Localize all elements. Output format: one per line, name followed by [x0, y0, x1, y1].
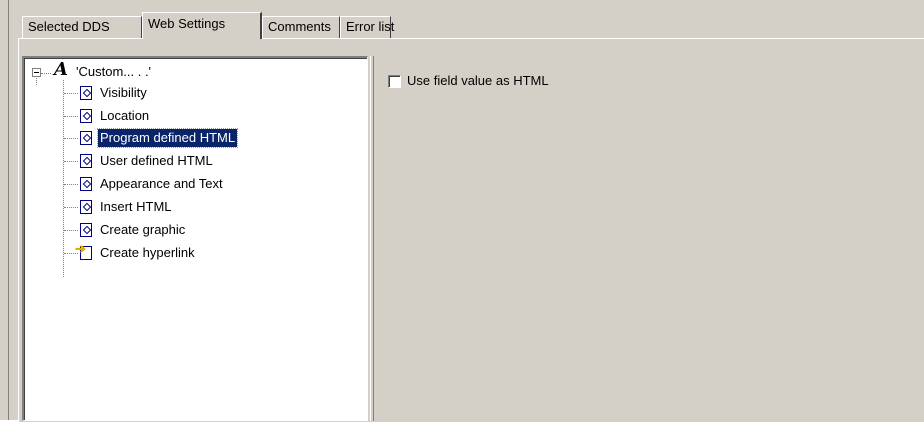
- web-settings-window: Selected DDS Web Settings Comments Error…: [0, 0, 924, 422]
- property-page-icon: [80, 109, 92, 123]
- tree-item-label: Create graphic: [100, 222, 186, 237]
- tree-line: [64, 161, 78, 163]
- tree-line: [64, 207, 78, 209]
- use-field-value-as-html-checkbox[interactable]: [388, 75, 401, 88]
- tab-comments[interactable]: Comments: [262, 16, 340, 38]
- collapse-toggle[interactable]: [32, 68, 41, 77]
- frame-edge: [8, 0, 9, 422]
- tab-selected-dds[interactable]: Selected DDS: [22, 16, 142, 38]
- tab-web-settings[interactable]: Web Settings: [142, 12, 262, 39]
- tree-item-label: Program defined HTML: [96, 128, 239, 148]
- tab-page: A 'Custom... . .' Visibility Location Pr…: [18, 38, 924, 422]
- arrow-icon: ➔: [75, 241, 86, 256]
- tree-root-label: 'Custom... . .': [76, 64, 152, 79]
- tree-line: [64, 230, 78, 232]
- tree-line: [64, 184, 78, 186]
- property-page-icon: [80, 223, 92, 237]
- font-icon: A: [54, 59, 68, 80]
- tree-item-label: Location: [100, 108, 150, 123]
- tree-item-label: User defined HTML: [100, 153, 213, 168]
- tree-item-label: Visibility: [100, 85, 147, 100]
- settings-tree[interactable]: A 'Custom... . .' Visibility Location Pr…: [22, 56, 368, 421]
- tree-line: [64, 138, 78, 140]
- tree-line: [36, 78, 38, 85]
- property-page-icon: [80, 177, 92, 191]
- property-page-icon: [80, 200, 92, 214]
- tab-error-list[interactable]: Error list: [340, 16, 394, 38]
- pane-splitter[interactable]: [370, 56, 374, 421]
- hyperlink-page-icon: ➔: [75, 242, 92, 260]
- tree-item-label: Appearance and Text: [100, 176, 223, 191]
- property-page-icon: [80, 86, 92, 100]
- tree-line: [64, 93, 78, 95]
- tree-item-label: Insert HTML: [100, 199, 172, 214]
- property-page-icon: [80, 154, 92, 168]
- use-field-value-as-html-label: Use field value as HTML: [407, 73, 549, 88]
- tree-line: [64, 116, 78, 118]
- tree-line: [63, 80, 65, 277]
- tree-line: [41, 73, 51, 75]
- tree-item-label: Create hyperlink: [100, 245, 195, 260]
- property-page-icon: [80, 131, 92, 145]
